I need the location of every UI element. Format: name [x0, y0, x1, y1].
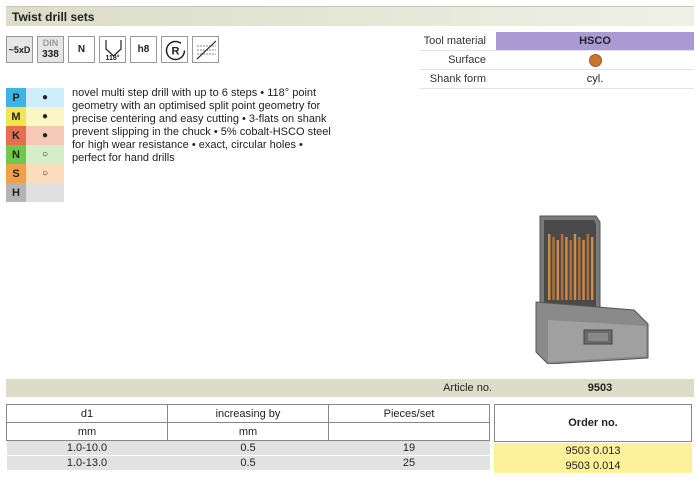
order-number-cell[interactable]: 9503 0.013: [494, 443, 692, 458]
unit-cell: [328, 422, 490, 441]
column-header: Pieces/set: [328, 404, 490, 423]
d1-cell: 1.0-10.0: [6, 440, 168, 456]
pieces-cell: 19: [328, 440, 490, 456]
material-row-p: P ●: [6, 88, 64, 107]
material-letter: S: [6, 164, 26, 183]
suitability-mark: ○: [26, 145, 64, 164]
svg-text:R: R: [172, 46, 180, 58]
spec-panel: Tool material HSCO Surface Shank form cy…: [420, 32, 694, 89]
tolerance-icon: h8: [130, 36, 157, 63]
din-standard-icon: DIN 338: [37, 36, 64, 63]
drill-bit-icon: [565, 237, 568, 300]
material-letter: M: [6, 107, 26, 126]
suitability-mark: ●: [26, 107, 64, 126]
table-header-row: d1 increasing by Pieces/set: [6, 404, 490, 423]
table-row: 1.0-10.0 0.5 19: [6, 440, 490, 456]
suitability-mark: [26, 183, 64, 202]
drill-bit-icon: [560, 234, 564, 300]
order-number-cell[interactable]: 9503 0.014: [494, 458, 692, 473]
tool-material-row: Tool material HSCO: [420, 32, 694, 51]
product-image-drill-case: [534, 212, 650, 365]
material-row-n: N ○: [6, 145, 64, 164]
suitability-mark: ●: [26, 88, 64, 107]
length-ratio-icon: ~5xD: [6, 36, 33, 63]
material-row-s: S ○: [6, 164, 64, 183]
feature-icons: ~5xD DIN 338 N 118° h8 R: [6, 36, 219, 66]
no-coolant-icon: [192, 36, 219, 63]
drill-bit-icon: [578, 237, 581, 300]
section-title: Twist drill sets: [12, 10, 95, 24]
column-header: increasing by: [167, 404, 329, 423]
unit-cell: mm: [6, 422, 168, 441]
pieces-cell: 25: [328, 455, 490, 471]
material-letter: P: [6, 88, 26, 107]
drill-bit-icon: [586, 234, 590, 300]
product-description: novel multi step drill with up to 6 step…: [72, 87, 331, 164]
unit-cell: mm: [167, 422, 329, 441]
step-cell: 0.5: [167, 440, 329, 456]
surface-row: Surface: [420, 51, 694, 70]
drill-bit-icon: [591, 237, 594, 300]
material-row-k: K ●: [6, 126, 64, 145]
step-cell: 0.5: [167, 455, 329, 471]
column-header: d1: [6, 404, 168, 423]
material-row-m: M ●: [6, 107, 64, 126]
material-row-h: H: [6, 183, 64, 202]
drill-bit-icon: [556, 240, 559, 300]
suitability-mark: ●: [26, 126, 64, 145]
material-suitability-table: P ● M ● K ● N ○ S ○ H: [6, 88, 64, 202]
drill-bit-icon: [582, 240, 585, 300]
drill-bit-icon: [573, 234, 577, 300]
material-letter: H: [6, 183, 26, 202]
surface-coating-dot-icon: [588, 53, 602, 67]
size-table: d1 increasing by Pieces/set mm mm 1.0-10…: [6, 404, 490, 471]
article-number: 9503: [587, 382, 613, 394]
table-units-row: mm mm: [6, 422, 490, 441]
material-letter: K: [6, 126, 26, 145]
tool-material-value: HSCO: [496, 32, 694, 50]
article-bar: Article no. 9503: [6, 379, 694, 397]
table-row: 1.0-13.0 0.5 25: [6, 455, 490, 471]
shank-form-row: Shank form cyl.: [420, 70, 694, 89]
d1-cell: 1.0-13.0: [6, 455, 168, 471]
drill-bit-icon: [569, 240, 572, 300]
suitability-mark: ○: [26, 164, 64, 183]
drill-bit-icon: [548, 234, 551, 300]
right-hand-rotation-icon: R: [161, 36, 188, 63]
drill-bit-icon: [552, 237, 555, 300]
point-angle-icon: 118°: [99, 36, 126, 63]
section-title-bar: Twist drill sets: [6, 6, 694, 26]
material-letter: N: [6, 145, 26, 164]
drill-type-icon: N: [68, 36, 95, 63]
order-number-header: Order no.: [494, 404, 692, 442]
shank-form-value: cyl.: [586, 73, 604, 85]
